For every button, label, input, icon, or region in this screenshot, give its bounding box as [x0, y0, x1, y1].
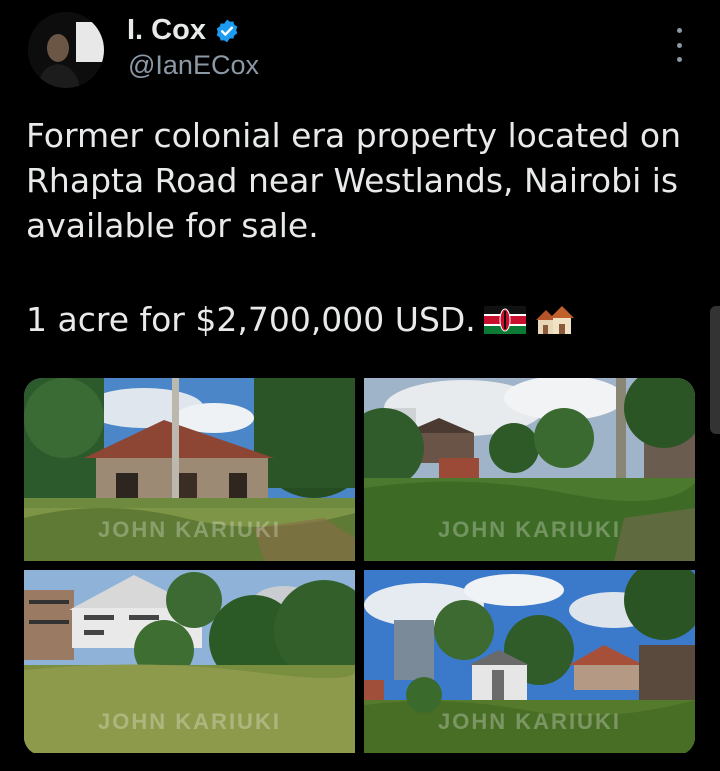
avatar[interactable] [28, 12, 104, 88]
photo-watermark: JOHN KARIUKI [438, 709, 621, 734]
kenya-flag-emoji [483, 305, 526, 334]
price-line: 1 acre for $2,700,000 USD. [26, 300, 476, 339]
house-photo-2[interactable]: JOHN KARIUKI [364, 378, 695, 561]
photo-watermark: JOHN KARIUKI [98, 517, 281, 542]
scrollbar-handle[interactable] [710, 306, 720, 434]
author-handle[interactable]: @IanECox [128, 50, 259, 81]
author-display-name[interactable]: I. Cox [127, 14, 206, 47]
photo-watermark: JOHN KARIUKI [98, 709, 281, 734]
house-photo-4[interactable]: JOHN KARIUKI [364, 570, 695, 753]
photo-watermark: JOHN KARIUKI [438, 517, 621, 542]
houses-emoji [535, 305, 574, 334]
house-photo-3[interactable]: JOHN KARIUKI [24, 570, 355, 753]
tweet-text: Former colonial era property located on … [26, 116, 681, 245]
more-options-icon[interactable] [670, 28, 688, 62]
verified-badge-icon [216, 19, 238, 42]
photo-grid: JOHN KARIUKI JOHN KARIUKI JOHN KARIUKI J… [24, 378, 695, 755]
house-photo-1[interactable]: JOHN KARIUKI [24, 378, 355, 561]
